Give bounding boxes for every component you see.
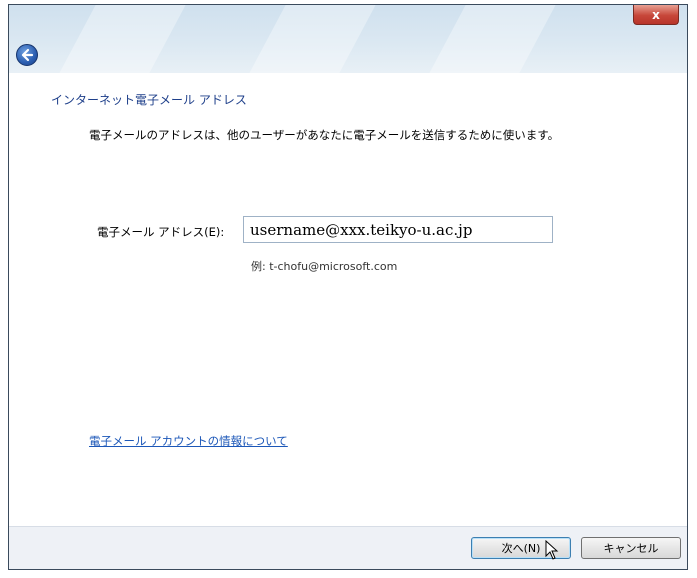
back-button[interactable] (16, 44, 38, 66)
back-arrow-icon (21, 48, 34, 62)
email-field[interactable] (243, 216, 553, 243)
close-icon: x (652, 7, 660, 22)
page-description: 電子メールのアドレスは、他のユーザーがあなたに電子メールを送信するために使います… (89, 128, 560, 142)
wizard-window: x インターネット電子メール アドレス 電子メールのアドレスは、他のユーザーがあ… (8, 4, 688, 570)
page-title: インターネット電子メール アドレス (51, 93, 247, 107)
glass-reflection (401, 5, 567, 73)
account-info-link[interactable]: 電子メール アカウントの情報について (89, 433, 288, 449)
wizard-content: インターネット電子メール アドレス 電子メールのアドレスは、他のユーザーがあなた… (9, 73, 687, 529)
glass-reflection (31, 5, 197, 73)
glass-reflection (221, 5, 387, 73)
cancel-button[interactable]: キャンセル (581, 537, 681, 559)
email-label: 電子メール アドレス(E): (97, 225, 225, 239)
email-example: 例: t-chofu@microsoft.com (251, 260, 398, 273)
title-bar: x (9, 5, 687, 73)
close-button[interactable]: x (633, 5, 679, 25)
button-bar: 次へ(N) キャンセル (9, 526, 687, 569)
mouse-cursor-icon (545, 540, 559, 560)
